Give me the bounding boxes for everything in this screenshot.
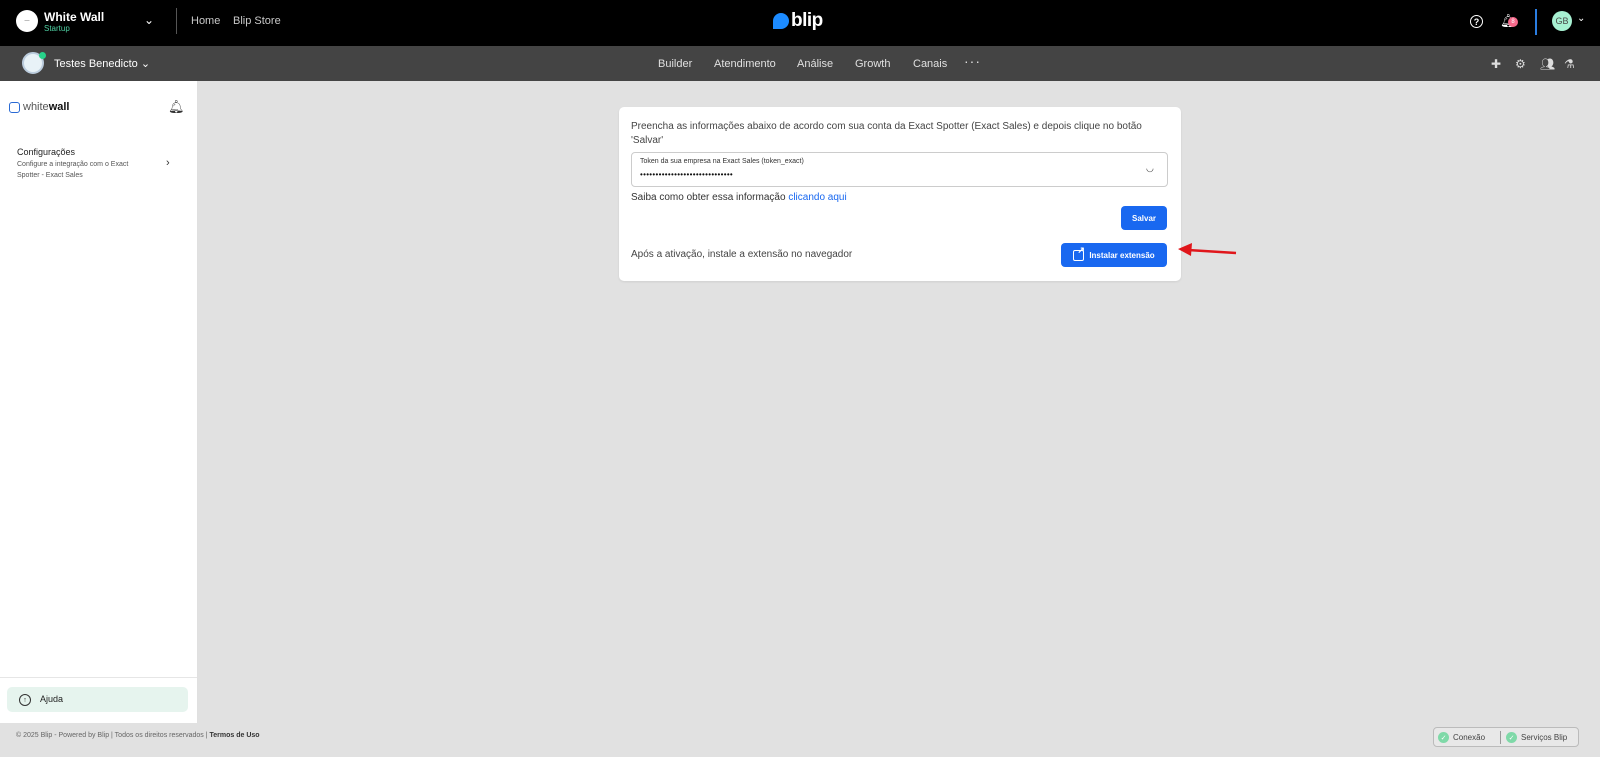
sidebar-item-title: Configurações: [17, 147, 76, 157]
nav-analise[interactable]: Análise: [797, 58, 833, 70]
whitewall-logo-icon: [9, 101, 20, 113]
arrow-up-circle-icon: ↑: [19, 694, 31, 706]
blip-logo[interactable]: blip: [773, 10, 823, 32]
bot-selector[interactable]: Testes Benedicto ⌄: [54, 57, 150, 70]
howto-text: Saiba como obter essa informação clicand…: [631, 192, 847, 203]
user-avatar[interactable]: GB: [1552, 11, 1572, 31]
nav-growth[interactable]: Growth: [855, 58, 890, 70]
online-status-dot: [39, 52, 46, 59]
chevron-down-icon[interactable]: ⌄: [144, 13, 154, 27]
check-icon: ✓: [1506, 732, 1517, 743]
status-services[interactable]: ✓ Serviços Blip: [1506, 732, 1567, 743]
nav-blip-store[interactable]: Blip Store: [233, 15, 281, 27]
blip-logo-icon: [773, 13, 789, 29]
chevron-down-icon[interactable]: ⌄: [1577, 13, 1585, 24]
token-field[interactable]: Token da sua empresa na Exact Sales (tok…: [631, 152, 1168, 187]
workspace-name[interactable]: White Wall: [44, 10, 104, 24]
divider: [176, 8, 177, 34]
nav-canais[interactable]: Canais: [913, 58, 947, 70]
users-icon[interactable]: 👥︎: [1540, 57, 1555, 71]
more-options-icon[interactable]: ···: [964, 53, 981, 69]
workspace-plan: Startup: [44, 24, 70, 33]
divider: [0, 677, 197, 678]
chevron-right-icon: ›: [166, 157, 170, 169]
terms-link[interactable]: Termos de Uso: [210, 732, 260, 739]
integration-card: Preencha as informações abaixo de acordo…: [619, 107, 1181, 281]
help-icon[interactable]: ?: [1470, 15, 1483, 28]
bell-icon[interactable]: 🔔︎: [168, 99, 185, 115]
eye-closed-icon[interactable]: ◡: [1146, 163, 1154, 174]
whitewall-logo: whitewall: [9, 101, 69, 113]
nav-atendimento[interactable]: Atendimento: [714, 58, 776, 70]
token-field-value[interactable]: ••••••••••••••••••••••••••••••: [640, 170, 733, 179]
flask-icon[interactable]: ⚗: [1564, 57, 1575, 71]
annotation-arrow-icon: [1178, 243, 1237, 256]
help-button[interactable]: ↑ Ajuda: [7, 687, 188, 712]
workspace-logo[interactable]: —: [16, 10, 38, 32]
nav-builder[interactable]: Builder: [658, 58, 692, 70]
instructions-text: Preencha as informações abaixo de acordo…: [631, 121, 1142, 146]
help-button-label: Ajuda: [40, 694, 64, 704]
footer-copyright: © 2025 Blip - Powered by Blip | Todos os…: [16, 732, 260, 739]
howto-link[interactable]: clicando aqui: [788, 192, 846, 203]
top-bar: — White Wall Startup ⌄ Home Blip Store b…: [0, 0, 1600, 46]
save-button[interactable]: Salvar: [1121, 206, 1167, 230]
nav-home[interactable]: Home: [191, 15, 220, 27]
sidebar-item-description: Configure a integração com o Exact Spott…: [17, 161, 129, 179]
divider: [1500, 731, 1501, 744]
check-icon: ✓: [1438, 732, 1449, 743]
external-link-icon: [1073, 245, 1085, 261]
bot-navigation-bar: Testes Benedicto ⌄ Builder Atendimento A…: [0, 46, 1600, 81]
gear-icon[interactable]: ⚙: [1515, 57, 1526, 71]
plugin-sidebar: whitewall 🔔︎ Configurações Configure a i…: [0, 81, 198, 723]
status-panel: ✓ Conexão ✓ Serviços Blip: [1433, 727, 1579, 747]
install-instructions-text: Após a ativação, instale a extensão no n…: [631, 249, 853, 260]
puzzle-icon[interactable]: ✚: [1491, 57, 1501, 71]
install-extension-button[interactable]: Instalar extensão: [1061, 243, 1167, 267]
token-field-label: Token da sua empresa na Exact Sales (tok…: [640, 158, 804, 165]
status-connection[interactable]: ✓ Conexão: [1438, 732, 1485, 743]
notification-badge: 8: [1508, 17, 1518, 27]
divider: [1535, 9, 1537, 35]
